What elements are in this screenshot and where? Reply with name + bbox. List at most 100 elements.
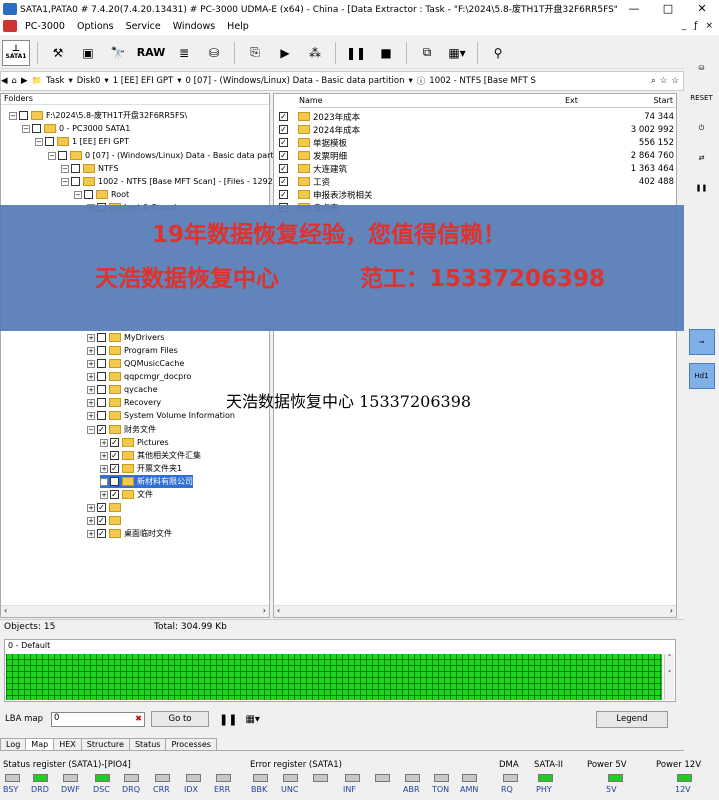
- tree-node[interactable]: + ✓ 文件: [100, 488, 153, 501]
- expand-toggle-icon[interactable]: −: [9, 111, 17, 120]
- tree-node[interactable]: − 1002 - NTFS [Base MFT Scan] - [Files - …: [61, 175, 273, 188]
- node-checkbox[interactable]: ✓: [97, 529, 106, 538]
- io-icon[interactable]: ⇄: [689, 147, 715, 169]
- file-checkbox[interactable]: ✓: [279, 138, 288, 147]
- power-icon[interactable]: ⏻: [689, 117, 715, 139]
- column-ext[interactable]: Ext: [565, 96, 605, 107]
- hd1-icon[interactable]: Hd1: [688, 363, 715, 389]
- breadcrumb-disk[interactable]: Disk0: [77, 76, 101, 86]
- node-checkbox[interactable]: [71, 164, 80, 173]
- sata-port-button[interactable]: ⊥ SATA1: [2, 39, 30, 66]
- expand-toggle-icon[interactable]: −: [61, 177, 69, 186]
- pause-side-icon[interactable]: ❚❚: [689, 177, 715, 199]
- node-checkbox[interactable]: ✓: [110, 477, 119, 486]
- clear-icon[interactable]: ✖: [135, 714, 142, 723]
- node-checkbox[interactable]: [97, 359, 106, 368]
- tab-structure[interactable]: Structure: [80, 738, 130, 750]
- node-checkbox[interactable]: ✓: [97, 425, 106, 434]
- file-row[interactable]: ✓ 2023年成本 74 344: [279, 110, 674, 123]
- tree-node[interactable]: + ✓ 开票文件夹1: [100, 462, 182, 475]
- file-row[interactable]: ✓ 申报表涉税相关: [279, 188, 674, 201]
- tree-node[interactable]: + ✓ 桌面临时文件: [87, 527, 172, 540]
- back-arrow-icon[interactable]: ◀: [1, 76, 8, 86]
- tree-node[interactable]: − 0 - PC3000 SATA1: [22, 122, 130, 135]
- expand-toggle-icon[interactable]: +: [87, 516, 95, 525]
- tree-node[interactable]: + ✓ 其他相关文件汇集: [100, 449, 201, 462]
- expand-toggle-icon[interactable]: −: [48, 151, 56, 160]
- file-checkbox[interactable]: ✓: [279, 112, 288, 121]
- device-info-icon[interactable]: ▣: [75, 40, 101, 66]
- file-checkbox[interactable]: ✓: [279, 151, 288, 160]
- file-checkbox[interactable]: ✓: [279, 164, 288, 173]
- map-view-icon[interactable]: ▦▾: [444, 40, 470, 66]
- node-checkbox[interactable]: ✓: [110, 451, 119, 460]
- column-start[interactable]: Start: [605, 96, 673, 107]
- chevron-down-icon[interactable]: ▾: [68, 76, 72, 86]
- database-icon[interactable]: ⛁: [689, 57, 715, 79]
- node-checkbox[interactable]: [71, 177, 80, 186]
- pause-icon[interactable]: ❚❚: [343, 40, 369, 66]
- pause-map-icon[interactable]: ❚❚: [219, 713, 237, 726]
- node-checkbox[interactable]: [58, 151, 67, 160]
- expand-toggle-icon[interactable]: +: [87, 385, 95, 394]
- raw-button[interactable]: RAW: [135, 40, 167, 66]
- tree-node[interactable]: + ✓ Pictures: [100, 436, 169, 449]
- expand-toggle-icon[interactable]: +: [87, 333, 95, 342]
- node-checkbox[interactable]: [97, 385, 106, 394]
- child-restore-button[interactable]: ƒ: [694, 21, 697, 31]
- bookmark-star-icon[interactable]: ☆: [660, 76, 668, 86]
- chevron-down-icon[interactable]: ▾: [409, 76, 413, 86]
- folders-horizontal-scrollbar[interactable]: ‹ ›: [1, 605, 269, 617]
- legend-button[interactable]: Legend: [596, 710, 668, 728]
- file-row[interactable]: ✓ 单据模板 556 152: [279, 136, 674, 149]
- breadcrumb-task[interactable]: Task: [46, 76, 64, 86]
- file-checkbox[interactable]: ✓: [279, 177, 288, 186]
- expand-toggle-icon[interactable]: −: [87, 425, 95, 434]
- reset-icon[interactable]: RESET: [689, 87, 715, 109]
- expand-toggle-icon[interactable]: +: [100, 490, 108, 499]
- file-checkbox[interactable]: ✓: [279, 125, 288, 134]
- chevron-down-icon[interactable]: ▾: [177, 76, 181, 86]
- network-icon[interactable]: ⁂: [302, 40, 328, 66]
- file-row[interactable]: ✓ 2024年成本 3 002 992: [279, 123, 674, 136]
- expand-toggle-icon[interactable]: +: [87, 503, 95, 512]
- child-minimize-button[interactable]: _: [682, 21, 687, 31]
- expand-toggle-icon[interactable]: +: [100, 464, 108, 473]
- stop-icon[interactable]: ■: [373, 40, 399, 66]
- menu-options[interactable]: Options: [71, 21, 120, 32]
- node-checkbox[interactable]: [97, 346, 106, 355]
- file-row[interactable]: ✓ 发票明细 2 864 760: [279, 149, 674, 162]
- tree-node[interactable]: − ✓ 财务文件: [87, 423, 156, 436]
- favorite-star-icon[interactable]: ☆: [671, 76, 679, 86]
- menu-windows[interactable]: Windows: [167, 21, 221, 32]
- node-checkbox[interactable]: ✓: [97, 516, 106, 525]
- child-close-button[interactable]: ×: [705, 21, 713, 31]
- menu-help[interactable]: Help: [221, 21, 255, 32]
- expand-toggle-icon[interactable]: +: [87, 346, 95, 355]
- tree-node[interactable]: + System Volume Information: [87, 409, 235, 422]
- expand-toggle-icon[interactable]: +: [87, 359, 95, 368]
- tree-node[interactable]: − 0 [07] - (Windows/Linux) Data - Basic d…: [48, 149, 279, 162]
- expand-toggle-icon[interactable]: +: [100, 451, 108, 460]
- node-checkbox[interactable]: [97, 372, 106, 381]
- breadcrumb-ntfs[interactable]: 1002 - NTFS [Base MFT S: [429, 76, 536, 86]
- disk-icon[interactable]: ⛁: [201, 40, 227, 66]
- partition-icon[interactable]: ≣: [171, 40, 197, 66]
- tree-node[interactable]: + ✓ 新材料有限公司: [100, 475, 193, 488]
- file-row[interactable]: ✓ 大连建筑 1 363 464: [279, 162, 674, 175]
- tree-node[interactable]: + MyDrivers: [87, 331, 164, 344]
- home-icon[interactable]: ⌂: [12, 76, 17, 86]
- maximize-button[interactable]: □: [651, 2, 685, 15]
- file-checkbox[interactable]: ✓: [279, 190, 288, 199]
- map-vertical-scrollbar[interactable]: ˄ ˅: [664, 654, 674, 700]
- node-checkbox[interactable]: ✓: [97, 503, 106, 512]
- breadcrumb-gpt[interactable]: 1 [EE] EFI GPT: [113, 76, 174, 86]
- node-checkbox[interactable]: ✓: [110, 438, 119, 447]
- node-checkbox[interactable]: [19, 111, 28, 120]
- search-binoculars-icon[interactable]: 🔭: [105, 40, 131, 66]
- menu-service[interactable]: Service: [120, 21, 167, 32]
- node-checkbox[interactable]: [97, 411, 106, 420]
- breadcrumb-partition[interactable]: 0 [07] - (Windows/Linux) Data - Basic da…: [186, 76, 405, 86]
- tree-node[interactable]: + QQMusicCache: [87, 357, 184, 370]
- files-horizontal-scrollbar[interactable]: ‹ ›: [274, 605, 676, 617]
